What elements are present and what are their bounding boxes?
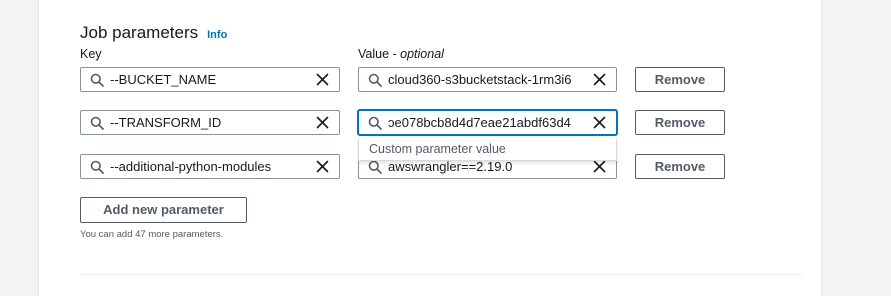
search-icon	[368, 160, 382, 174]
close-icon[interactable]	[316, 116, 329, 129]
search-icon	[90, 73, 104, 87]
key-input-1[interactable]: --BUCKET_NAME	[80, 67, 340, 92]
search-icon	[90, 116, 104, 130]
close-icon[interactable]	[316, 160, 329, 173]
close-icon[interactable]	[593, 116, 606, 129]
close-icon[interactable]	[316, 73, 329, 86]
close-icon[interactable]	[593, 73, 606, 86]
remove-button-1[interactable]: Remove	[635, 67, 725, 92]
search-icon	[90, 160, 104, 174]
section-header: Job parameters Info	[80, 23, 227, 43]
dropdown-option[interactable]: Custom parameter value	[369, 142, 506, 156]
remove-button-2[interactable]: Remove	[635, 110, 725, 135]
value-label-text: Value -	[358, 47, 401, 61]
key-input-value: --additional-python-modules	[110, 159, 272, 174]
section-divider	[80, 274, 802, 275]
section-title: Job parameters	[80, 23, 199, 42]
key-input-value: --BUCKET_NAME	[110, 72, 217, 87]
value-input-1[interactable]: cloud360-s3bucketstack-1rm3i6	[358, 67, 617, 92]
close-icon[interactable]	[593, 160, 606, 173]
value-input-value: cloud360-s3bucketstack-1rm3i6	[388, 72, 572, 87]
value-input-value: awswrangler==2.19.0	[388, 159, 513, 174]
key-input-3[interactable]: --additional-python-modules	[80, 154, 340, 179]
remove-button-3[interactable]: Remove	[635, 154, 725, 179]
key-input-value: --TRANSFORM_ID	[110, 115, 222, 130]
optional-label: optional	[400, 47, 444, 61]
info-link[interactable]: Info	[207, 29, 227, 41]
add-parameter-button[interactable]: Add new parameter	[80, 197, 247, 223]
value-input-2[interactable]: ɔe078bcb8d4d7eae21abdf63d4	[358, 110, 617, 135]
parameter-limit-hint: You can add 47 more parameters.	[80, 229, 224, 240]
key-column-label: Key	[80, 47, 102, 61]
search-icon	[368, 116, 382, 130]
value-input-value: ɔe078bcb8d4d7eae21abdf63d4	[388, 115, 571, 130]
search-icon	[368, 73, 382, 87]
value-column-label: Value - optional	[358, 47, 444, 61]
key-input-2[interactable]: --TRANSFORM_ID	[80, 110, 340, 135]
autosuggest-dropdown: Custom parameter value	[358, 139, 617, 161]
